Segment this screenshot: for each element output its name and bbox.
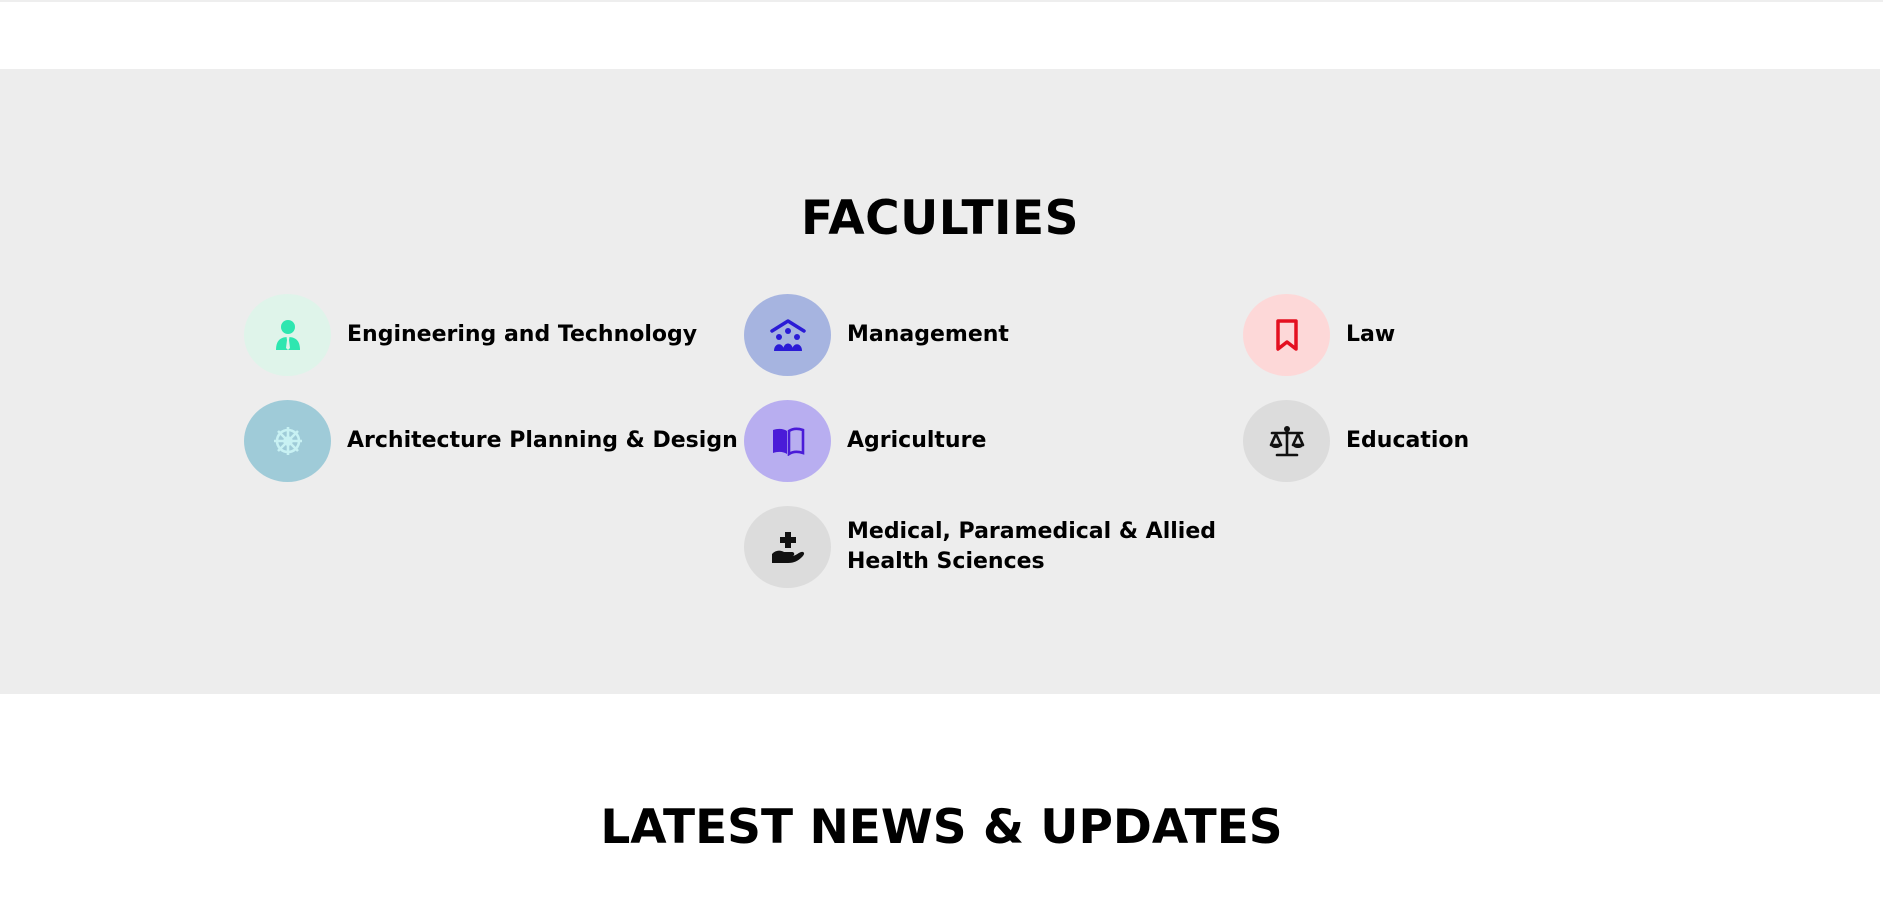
faculty-icon-circle	[1243, 400, 1330, 482]
faculty-icon-circle	[744, 294, 831, 376]
book-open-icon	[772, 427, 804, 456]
bookmark-icon	[1275, 319, 1298, 351]
faculty-management[interactable]: Management	[744, 294, 1009, 376]
faculty-label: Agriculture	[847, 428, 987, 453]
faculty-label: Medical, Paramedical & Allied Health Sci…	[847, 519, 1217, 574]
faculty-label: Engineering and Technology	[347, 322, 698, 347]
faculty-label: Management	[847, 322, 1009, 347]
faculty-label: Education	[1346, 428, 1470, 453]
people-roof-icon	[769, 319, 806, 351]
faculty-education[interactable]: Education	[1243, 400, 1469, 482]
faculty-icon-circle	[1243, 294, 1330, 376]
faculty-label: Architecture Planning & Design	[347, 428, 738, 453]
news-heading: LATEST NEWS & UPDATES	[600, 800, 1283, 855]
top-divider	[0, 0, 1883, 2]
faculty-icon-circle	[244, 294, 331, 376]
faculty-law[interactable]: Law	[1243, 294, 1395, 376]
scale-balanced-icon	[1269, 426, 1304, 457]
faculty-medical-paramedical-allied-health-sciences[interactable]: Medical, Paramedical & Allied Health Sci…	[744, 506, 1267, 588]
user-tie-icon	[275, 320, 300, 350]
faculty-icon-circle	[744, 506, 831, 588]
faculty-icon-circle	[244, 400, 331, 482]
faculty-icon-circle	[744, 400, 831, 482]
faculty-architecture-planning-design[interactable]: Architecture Planning & Design	[244, 400, 738, 482]
faculty-engineering-and-technology[interactable]: Engineering and Technology	[244, 294, 697, 376]
hand-holding-medical-icon	[771, 532, 804, 563]
page: FACULTIES Engineering and Technology Man…	[0, 0, 1883, 920]
faculties-section: FACULTIES Engineering and Technology Man…	[0, 69, 1880, 694]
dharma-wheel-icon	[273, 427, 302, 455]
faculties-heading: FACULTIES	[801, 191, 1079, 246]
faculty-label: Law	[1346, 322, 1396, 347]
faculty-agriculture[interactable]: Agriculture	[744, 400, 986, 482]
